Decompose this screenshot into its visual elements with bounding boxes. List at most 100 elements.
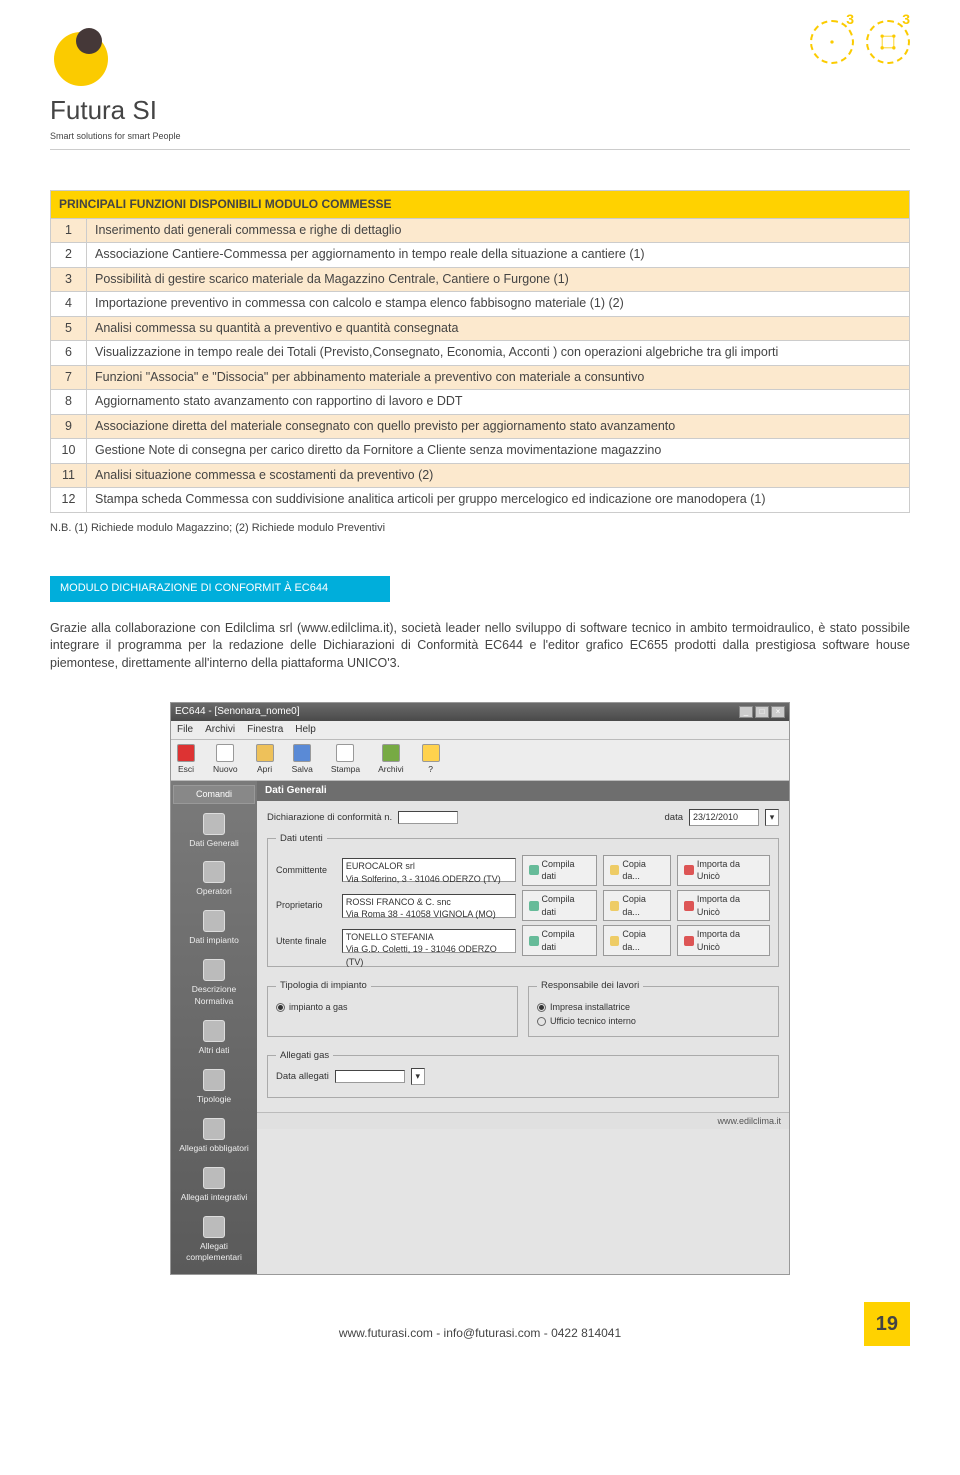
- exit-icon: [177, 744, 195, 762]
- menu-archivi[interactable]: Archivi: [205, 723, 235, 737]
- save-icon: [293, 744, 311, 762]
- copia-da-button[interactable]: Copia da...: [603, 855, 672, 886]
- dati-utenti-legend: Dati utenti: [276, 832, 327, 845]
- tool-salva[interactable]: Salva: [292, 744, 313, 776]
- menu-help[interactable]: Help: [295, 723, 316, 737]
- table-row: 4Importazione preventivo in commessa con…: [51, 292, 910, 317]
- utente-finale-input[interactable]: TONELLO STEFANIA Via G.D. Coletti, 19 - …: [342, 929, 516, 953]
- close-button[interactable]: ×: [771, 706, 785, 718]
- statusbar: www.edilclima.it: [257, 1112, 789, 1130]
- copy-icon: [610, 901, 620, 911]
- brand-logo: Futura SI Smart solutions for smart Peop…: [50, 20, 181, 143]
- radio-icon: [537, 1017, 546, 1026]
- menu-file[interactable]: File: [177, 723, 193, 737]
- date-picker-button[interactable]: ▾: [411, 1068, 425, 1085]
- toolbar: Esci Nuovo Apri Salva Stampa Archivi ?: [171, 740, 789, 781]
- sidebar-dati-impianto[interactable]: Dati impianto: [173, 904, 255, 953]
- tool-esci[interactable]: Esci: [177, 744, 195, 776]
- utente-finale-label: Utente finale: [276, 935, 336, 948]
- import-icon: [684, 865, 694, 875]
- page-number: 19: [864, 1302, 910, 1346]
- responsabile-legend: Responsabile dei lavori: [537, 979, 643, 992]
- copia-da-button[interactable]: Copia da...: [603, 925, 672, 956]
- edit-icon: [529, 865, 539, 875]
- sidebar-allegati-integrativi[interactable]: Allegati integrativi: [173, 1161, 255, 1210]
- app-screenshot: EC644 - [Senonara_nome0] _ □ × File Arch…: [170, 702, 790, 1275]
- table-row: 10Gestione Note di consegna per carico d…: [51, 439, 910, 464]
- sidebar: Comandi Dati Generali Operatori Dati imp…: [171, 781, 257, 1274]
- help-icon: [422, 744, 440, 762]
- radio-impresa[interactable]: Impresa installatrice: [537, 1001, 770, 1014]
- brand-name: Futura SI: [50, 92, 181, 128]
- tool-nuovo[interactable]: Nuovo: [213, 744, 238, 776]
- sidebar-dati-generali[interactable]: Dati Generali: [173, 807, 255, 856]
- header-badge-2: 3: [866, 20, 910, 64]
- header-badge-1: 3: [810, 20, 854, 64]
- importa-button[interactable]: Importa da Unicò: [677, 890, 770, 921]
- committente-input[interactable]: EUROCALOR srl Via Solferino, 3 - 31046 O…: [342, 858, 516, 882]
- compila-dati-button[interactable]: Compila dati: [522, 855, 597, 886]
- proprietario-label: Proprietario: [276, 899, 336, 912]
- user-icon: [203, 861, 225, 883]
- table-row: 6Visualizzazione in tempo reale dei Tota…: [51, 341, 910, 366]
- tool-stampa[interactable]: Stampa: [331, 744, 360, 776]
- date-label: data: [665, 811, 684, 824]
- menu-bar: File Archivi Finestra Help: [171, 721, 789, 740]
- minimize-button[interactable]: _: [739, 706, 753, 718]
- footer-contact: www.futurasi.com - info@futurasi.com - 0…: [339, 1325, 621, 1342]
- table-row: 2Associazione Cantiere-Commessa per aggi…: [51, 243, 910, 268]
- table-row: 5Analisi commessa su quantità a preventi…: [51, 316, 910, 341]
- table-row: 9Associazione diretta del materiale cons…: [51, 414, 910, 439]
- sidebar-allegati-obbligatori[interactable]: Allegati obbligatori: [173, 1112, 255, 1161]
- importa-button[interactable]: Importa da Unicò: [677, 925, 770, 956]
- table-row: 8Aggiornamento stato avanzamento con rap…: [51, 390, 910, 415]
- decl-label: Dichiarazione di conformità n.: [267, 811, 392, 824]
- menu-finestra[interactable]: Finestra: [247, 723, 283, 737]
- window-title: EC644 - [Senonara_nome0]: [175, 705, 300, 719]
- brand-tagline: Smart solutions for smart People: [50, 130, 181, 143]
- data-allegati-input[interactable]: [335, 1070, 405, 1083]
- importa-button[interactable]: Importa da Unicò: [677, 855, 770, 886]
- edit-icon: [529, 901, 539, 911]
- type-icon: [203, 1069, 225, 1091]
- sidebar-operatori[interactable]: Operatori: [173, 855, 255, 904]
- sidebar-tipologie[interactable]: Tipologie: [173, 1063, 255, 1112]
- table-row: 7Funzioni "Associa" e "Dissocia" per abb…: [51, 365, 910, 390]
- main-panel: Dati Generali Dichiarazione di conformit…: [257, 781, 789, 1274]
- responsabile-group: Responsabile dei lavori Impresa installa…: [528, 979, 779, 1036]
- sidebar-header: Comandi: [173, 785, 255, 804]
- panel-title: Dati Generali: [257, 781, 789, 801]
- table-row: 11Analisi situazione commessa e scostame…: [51, 463, 910, 488]
- tool-archivi[interactable]: Archivi: [378, 744, 404, 776]
- decl-number-input[interactable]: [398, 811, 458, 824]
- edit-icon: [529, 936, 539, 946]
- tool-help[interactable]: ?: [422, 744, 440, 776]
- open-icon: [256, 744, 274, 762]
- data-allegati-label: Data allegati: [276, 1070, 329, 1083]
- target-icon: [822, 32, 842, 52]
- proprietario-input[interactable]: ROSSI FRANCO & C. snc Via Roma 38 - 4105…: [342, 894, 516, 918]
- radio-icon: [537, 1003, 546, 1012]
- window-titlebar[interactable]: EC644 - [Senonara_nome0] _ □ ×: [171, 703, 789, 721]
- maximize-button[interactable]: □: [755, 706, 769, 718]
- dati-utenti-group: Dati utenti Committente EUROCALOR srl Vi…: [267, 832, 779, 968]
- copy-icon: [610, 865, 620, 875]
- module-title-bar: MODULO DICHIARAZIONE DI CONFORMIT À EC64…: [50, 576, 390, 601]
- functions-table: PRINCIPALI FUNZIONI DISPONIBILI MODULO C…: [50, 190, 910, 513]
- sidebar-allegati-complementari[interactable]: Allegati complementari: [173, 1210, 255, 1271]
- allegati-group: Allegati gas Data allegati ▾: [267, 1049, 779, 1098]
- date-picker-button[interactable]: ▾: [765, 809, 779, 826]
- radio-icon: [276, 1003, 285, 1012]
- sidebar-descrizione-normativa[interactable]: Descrizione Normativa: [173, 953, 255, 1014]
- radio-impianto-gas[interactable]: impianto a gas: [276, 1001, 509, 1014]
- compila-dati-button[interactable]: Compila dati: [522, 925, 597, 956]
- compila-dati-button[interactable]: Compila dati: [522, 890, 597, 921]
- copia-da-button[interactable]: Copia da...: [603, 890, 672, 921]
- date-input[interactable]: 23/12/2010: [689, 809, 759, 826]
- sidebar-altri-dati[interactable]: Altri dati: [173, 1014, 255, 1063]
- tool-apri[interactable]: Apri: [256, 744, 274, 776]
- plant-icon: [203, 910, 225, 932]
- import-icon: [684, 901, 694, 911]
- radio-ufficio[interactable]: Ufficio tecnico interno: [537, 1015, 770, 1028]
- check-icon: [203, 1167, 225, 1189]
